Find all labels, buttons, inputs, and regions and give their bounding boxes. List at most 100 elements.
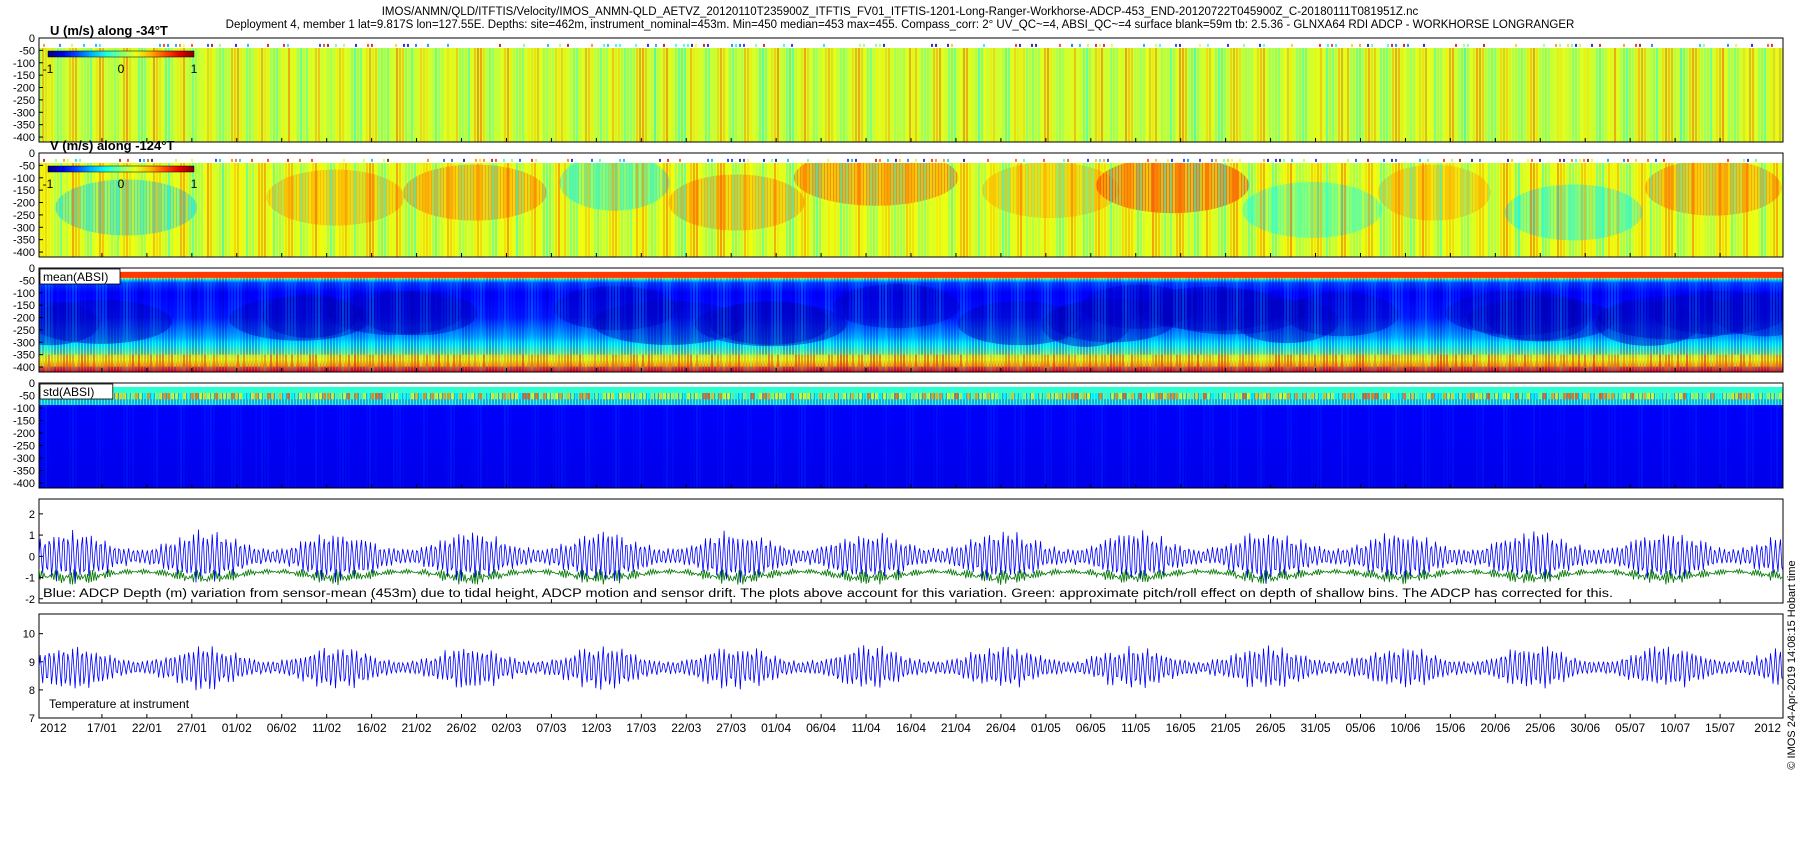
adcp-summary-chart: 0-50-100-150-200-250-300-350-400U (m/s) … [13,23,1784,735]
y-tick-label: -200 [13,428,35,440]
x-tick-label: 20/06 [1480,721,1510,735]
y-tick-label: 8 [29,685,35,697]
y-tick-label: -200 [13,313,35,325]
x-tick-label: 21/04 [941,721,971,735]
y-tick-label: -400 [13,132,35,144]
y-tick-label: -150 [13,300,35,312]
y-tick-label: -400 [13,362,35,374]
panel-title: V (m/s) along -124°T [50,138,174,153]
y-tick-label: 1 [29,530,35,542]
y-tick-label: 0 [29,148,35,160]
series-annotation: Temperature at instrument [49,697,190,711]
y-tick-label: 0 [29,551,35,563]
y-tick-label: 0 [29,378,35,390]
x-end-label: 2012 [1754,721,1781,735]
y-tick-label: -200 [13,83,35,95]
heatmap-panel-1: 0-50-100-150-200-250-300-350-400U (m/s) … [13,23,1784,144]
x-tick-label: 10/06 [1390,721,1420,735]
x-tick-label: 06/05 [1076,721,1106,735]
series-annotation: Blue: ADCP Depth (m) variation from sens… [43,588,1613,600]
y-tick-label: -150 [13,185,35,197]
colorbar-tick: -1 [43,62,54,76]
y-tick-label: -400 [13,247,35,259]
x-tick-label: 22/01 [132,721,162,735]
y-tick-label: -250 [13,441,35,453]
line-panel-6: 10 9 8 7 Temperature at instrument [23,613,1784,725]
y-tick-label: 10 [23,629,35,641]
y-tick-label: -250 [13,325,35,337]
y-tick-label: -50 [19,391,35,403]
y-tick-label: -100 [13,58,35,70]
panel-title: U (m/s) along -34°T [50,23,168,38]
x-tick-label: 26/02 [446,721,476,735]
x-tick-label: 11/04 [851,721,880,735]
x-tick-label: 17/03 [626,721,656,735]
y-tick-label: -2 [25,594,35,606]
x-tick-label: 01/04 [761,721,791,735]
y-tick-label: -250 [13,95,35,107]
x-tick-label: 11/05 [1121,721,1150,735]
panel-title: std(ABSI) [43,385,94,399]
y-tick-label: -350 [13,350,35,362]
x-tick-label: 22/03 [671,721,701,735]
colorbar-tick: -1 [43,177,54,191]
x-tick-label: 01/02 [222,721,252,735]
y-tick-label: 0 [29,33,35,45]
x-tick-label: 05/06 [1345,721,1375,735]
colorbar-tick: 1 [191,62,198,76]
y-tick-label: -50 [19,275,35,287]
heatmap-panel-2: 0-50-100-150-200-250-300-350-400V (m/s) … [13,138,1784,259]
copyright-label: © IMOS 24-Apr-2019 14:08:15 Hobart time [1786,560,1798,770]
x-tick-label: 25/06 [1525,721,1555,735]
y-tick-label: -300 [13,222,35,234]
x-tick-label: 10/07 [1660,721,1690,735]
y-tick-label: -300 [13,107,35,119]
x-tick-label: 21/05 [1211,721,1241,735]
x-tick-label: 11/02 [312,721,341,735]
x-tick-label: 05/07 [1615,721,1645,735]
x-tick-label: 07/03 [536,721,566,735]
x-tick-label: 27/03 [716,721,746,735]
x-tick-label: 15/06 [1435,721,1465,735]
panel-title: mean(ABSI) [43,270,108,284]
y-tick-label: -300 [13,453,35,465]
y-tick-label: -150 [13,416,35,428]
x-tick-label: 16/04 [896,721,926,735]
x-tick-label: 15/07 [1705,721,1735,735]
heatmap-panel-3: 0-50-100-150-200-250-300-350-400 mean(ABS… [13,263,1784,374]
x-tick-label: 31/05 [1301,721,1331,735]
heatmap-panel-4: 0-50-100-150-200-250-300-350-400 std(ABSI… [13,378,1784,490]
colorbar-tick: 1 [191,177,198,191]
y-tick-label: 0 [29,263,35,275]
x-tick-label: 21/02 [402,721,432,735]
y-tick-label: 2 [29,509,35,521]
x-tick-label: 27/01 [177,721,207,735]
colorbar-tick: 0 [118,177,125,191]
y-tick-label: -350 [13,120,35,132]
y-tick-label: -350 [13,235,35,247]
y-tick-label: -300 [13,337,35,349]
colorbar-tick: 0 [118,62,125,76]
y-tick-label: 7 [29,713,35,725]
y-tick-label: -400 [13,478,35,490]
x-tick-label: 01/05 [1031,721,1061,735]
x-tick-label: 16/05 [1166,721,1196,735]
y-tick-label: -1 [25,573,35,585]
y-tick-label: -100 [13,173,35,185]
x-tick-label: 26/05 [1256,721,1286,735]
y-tick-label: -250 [13,210,35,222]
x-start-label: 2012 [40,721,67,735]
y-tick-label: -100 [13,288,35,300]
y-tick-label: -150 [13,70,35,82]
x-tick-label: 16/02 [357,721,387,735]
x-tick-label: 06/04 [806,721,836,735]
x-tick-label: 02/03 [491,721,521,735]
y-tick-label: -50 [19,45,35,57]
y-tick-label: -350 [13,466,35,478]
x-tick-label: 30/06 [1570,721,1600,735]
x-tick-label: 26/04 [986,721,1016,735]
y-tick-label: 9 [29,657,35,669]
x-tick-label: 06/02 [267,721,297,735]
x-tick-label: 17/01 [87,721,117,735]
x-tick-label: 12/03 [581,721,611,735]
